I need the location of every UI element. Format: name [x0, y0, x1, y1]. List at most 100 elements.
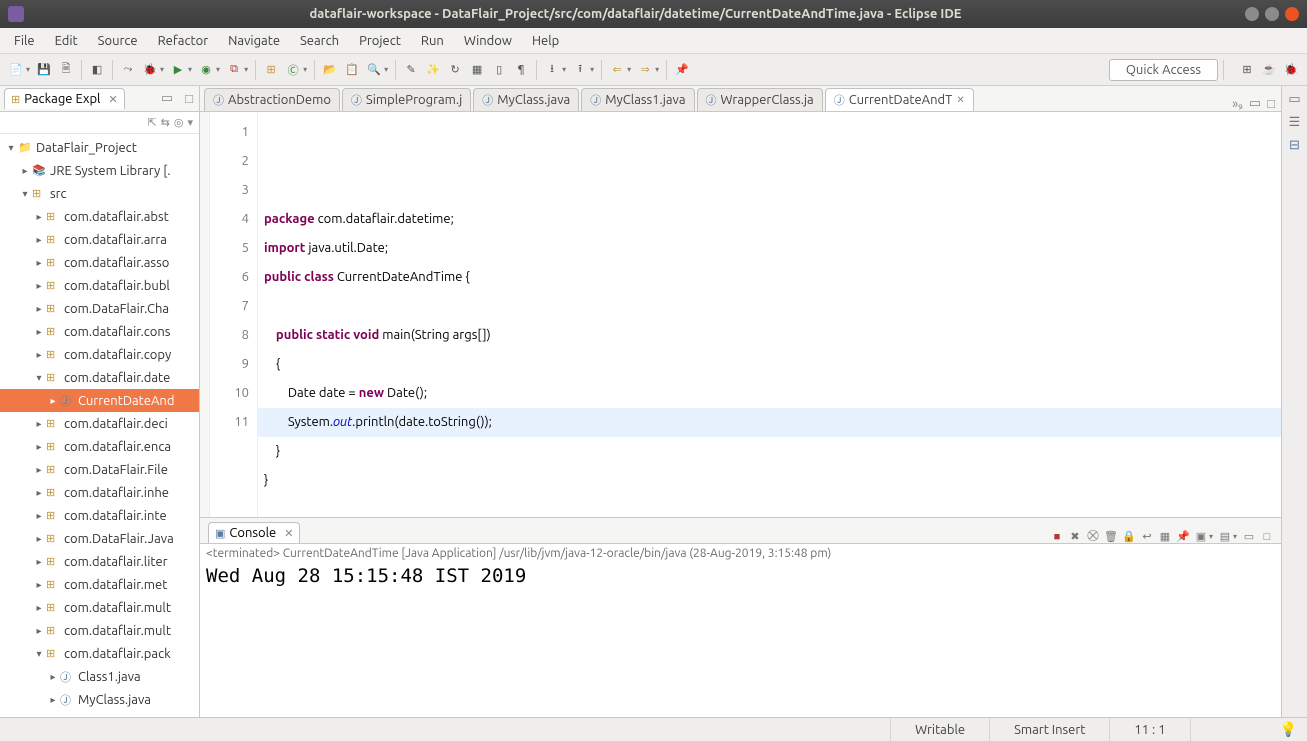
open-perspective-icon[interactable]: ⊞ [1237, 60, 1257, 80]
debug-perspective-icon[interactable]: 🐞 [1281, 60, 1301, 80]
menu-edit[interactable]: Edit [47, 31, 86, 51]
save-icon[interactable]: 💾 [34, 60, 54, 80]
maximize-icon[interactable]: □ [1267, 96, 1275, 111]
tree-package[interactable]: ▸⊞com.dataflair.deci [0, 412, 199, 435]
menu-search[interactable]: Search [292, 31, 347, 51]
external-tools-icon[interactable]: ⧉ [224, 60, 244, 80]
close-icon[interactable]: ✕ [284, 527, 293, 540]
search-icon[interactable]: 🔍 [364, 60, 384, 80]
tree-file[interactable]: ▸ⒿClass1.java [0, 665, 199, 688]
menu-project[interactable]: Project [351, 31, 409, 51]
console-output[interactable]: Wed Aug 28 15:15:48 IST 2019 [200, 563, 1281, 717]
tree-file-selected[interactable]: ▸ⒿCurrentDateAnd [0, 389, 199, 412]
package-tree[interactable]: ▾📁DataFlair_Project ▸📚JRE System Library… [0, 134, 199, 717]
tab-simpleprogram[interactable]: ⒿSimpleProgram.j [342, 88, 471, 111]
tree-package[interactable]: ▸⊞com.dataflair.arra [0, 228, 199, 251]
window-maximize-button[interactable] [1265, 7, 1279, 21]
java-perspective-icon[interactable]: ☕ [1259, 60, 1279, 80]
tree-src[interactable]: ▾⊞src [0, 182, 199, 205]
dropdown-icon[interactable]: ▾ [1209, 532, 1213, 541]
wand-icon[interactable]: ✨ [423, 60, 443, 80]
task-list-icon[interactable]: ☰ [1289, 115, 1301, 130]
maximize-icon[interactable]: □ [179, 91, 199, 106]
pin-icon[interactable]: 📌 [672, 60, 692, 80]
toggle-icon[interactable]: ◧ [87, 60, 107, 80]
tree-package[interactable]: ▾⊞com.dataflair.date [0, 366, 199, 389]
editor[interactable]: 1 2 3 4 5 6 7 8 9 10 11 package com.data… [200, 112, 1281, 517]
dropdown-icon[interactable]: ▾ [627, 65, 631, 74]
menu-window[interactable]: Window [456, 31, 520, 51]
tree-package[interactable]: ▸⊞com.dataflair.asso [0, 251, 199, 274]
tree-package[interactable]: ▸⊞com.dataflair.enca [0, 435, 199, 458]
toggle-block-icon[interactable]: ▯ [489, 60, 509, 80]
tree-package[interactable]: ▸⊞com.DataFlair.File [0, 458, 199, 481]
new-package-icon[interactable]: ⊞ [261, 60, 281, 80]
dropdown-icon[interactable]: ▾ [655, 65, 659, 74]
tree-package[interactable]: ▸⊞com.dataflair.mult [0, 596, 199, 619]
remove-launch-icon[interactable]: ✖ [1067, 530, 1083, 543]
dropdown-icon[interactable]: ▾ [26, 65, 30, 74]
minimize-icon[interactable]: ▭ [1249, 96, 1261, 111]
dropdown-icon[interactable]: ▾ [1233, 532, 1237, 541]
word-wrap-icon[interactable]: ↩ [1139, 530, 1155, 543]
tree-package[interactable]: ▸⊞com.DataFlair.Java [0, 527, 199, 550]
display-selected-icon[interactable]: ▣ [1193, 530, 1209, 543]
skip-breakpoints-icon[interactable]: ⤳ [118, 60, 138, 80]
restore-icon[interactable]: ▭ [1288, 92, 1300, 107]
tree-package[interactable]: ▾⊞com.dataflair.pack [0, 642, 199, 665]
package-explorer-tab[interactable]: ⊞ Package Expl ✕ [4, 88, 125, 109]
tab-myclass1[interactable]: ⒿMyClass1.java [581, 88, 694, 111]
tab-wrapperclass[interactable]: ⒿWrapperClass.ja [697, 88, 823, 111]
tab-overflow[interactable]: »₉ [1232, 97, 1243, 111]
tab-abstraction[interactable]: ⒿAbstractionDemo [204, 88, 340, 111]
terminate-icon[interactable]: ■ [1049, 531, 1065, 543]
tree-package[interactable]: ▸⊞com.dataflair.inte [0, 504, 199, 527]
outline-icon[interactable]: ⊟ [1289, 138, 1300, 153]
tree-package[interactable]: ▸⊞com.dataflair.bubl [0, 274, 199, 297]
clear-console-icon[interactable]: 🗑 [1103, 530, 1119, 543]
menu-refactor[interactable]: Refactor [150, 31, 217, 51]
menu-source[interactable]: Source [90, 31, 146, 51]
scroll-lock-icon[interactable]: 🔒 [1121, 530, 1137, 543]
tree-package[interactable]: ▸⊞com.dataflair.cons [0, 320, 199, 343]
menu-help[interactable]: Help [524, 31, 567, 51]
show-whitespace-icon[interactable]: ¶ [511, 60, 531, 80]
refresh-icon[interactable]: ↻ [445, 60, 465, 80]
focus-icon[interactable]: ◎ [174, 116, 184, 129]
minimize-icon[interactable]: ▭ [1241, 530, 1257, 543]
window-close-button[interactable] [1285, 7, 1299, 21]
prev-annotation-icon[interactable]: ⭱ [570, 60, 590, 80]
toggle-mark-icon[interactable]: ▦ [467, 60, 487, 80]
tree-file[interactable]: ▸ⒿMyClass.java [0, 688, 199, 711]
tree-package[interactable]: ▸⊞com.dataflair.liter [0, 550, 199, 573]
menu-navigate[interactable]: Navigate [220, 31, 288, 51]
show-console-icon[interactable]: ▦ [1157, 530, 1173, 543]
dropdown-icon[interactable]: ▾ [384, 65, 388, 74]
tree-package[interactable]: ▸⊞com.dataflair.abst [0, 205, 199, 228]
collapse-all-icon[interactable]: ⇱ [147, 116, 156, 129]
back-icon[interactable]: ⇐ [607, 60, 627, 80]
edit-icon[interactable]: ✎ [401, 60, 421, 80]
tree-package[interactable]: ▸⊞com.DataFlair.Cha [0, 297, 199, 320]
tab-currentdate[interactable]: ⒿCurrentDateAndT✕ [825, 88, 974, 111]
menu-run[interactable]: Run [413, 31, 452, 51]
new-icon[interactable]: 📄 [6, 60, 26, 80]
tree-package[interactable]: ▸⊞com.dataflair.mult [0, 619, 199, 642]
tree-package[interactable]: ▸⊞com.dataflair.met [0, 573, 199, 596]
console-tab[interactable]: ▣ Console ✕ [208, 522, 300, 543]
dropdown-icon[interactable]: ▾ [303, 65, 307, 74]
menu-file[interactable]: File [6, 31, 43, 51]
open-task-icon[interactable]: 📋 [342, 60, 362, 80]
close-icon[interactable]: ✕ [956, 94, 964, 106]
line-number-gutter[interactable]: 1 2 3 4 5 6 7 8 9 10 11 [210, 112, 258, 517]
tree-package[interactable]: ▸⊞com.dataflair.inhe [0, 481, 199, 504]
dropdown-icon[interactable]: ▾ [562, 65, 566, 74]
next-annotation-icon[interactable]: ⭳ [542, 60, 562, 80]
tree-package[interactable]: ▸⊞com.dataflair.copy [0, 343, 199, 366]
dropdown-icon[interactable]: ▾ [590, 65, 594, 74]
close-icon[interactable]: ✕ [108, 93, 117, 106]
window-minimize-button[interactable] [1245, 7, 1259, 21]
dropdown-icon[interactable]: ▾ [160, 65, 164, 74]
open-console-icon[interactable]: ▤ [1217, 530, 1233, 543]
debug-last-icon[interactable]: 🐞 [140, 60, 160, 80]
